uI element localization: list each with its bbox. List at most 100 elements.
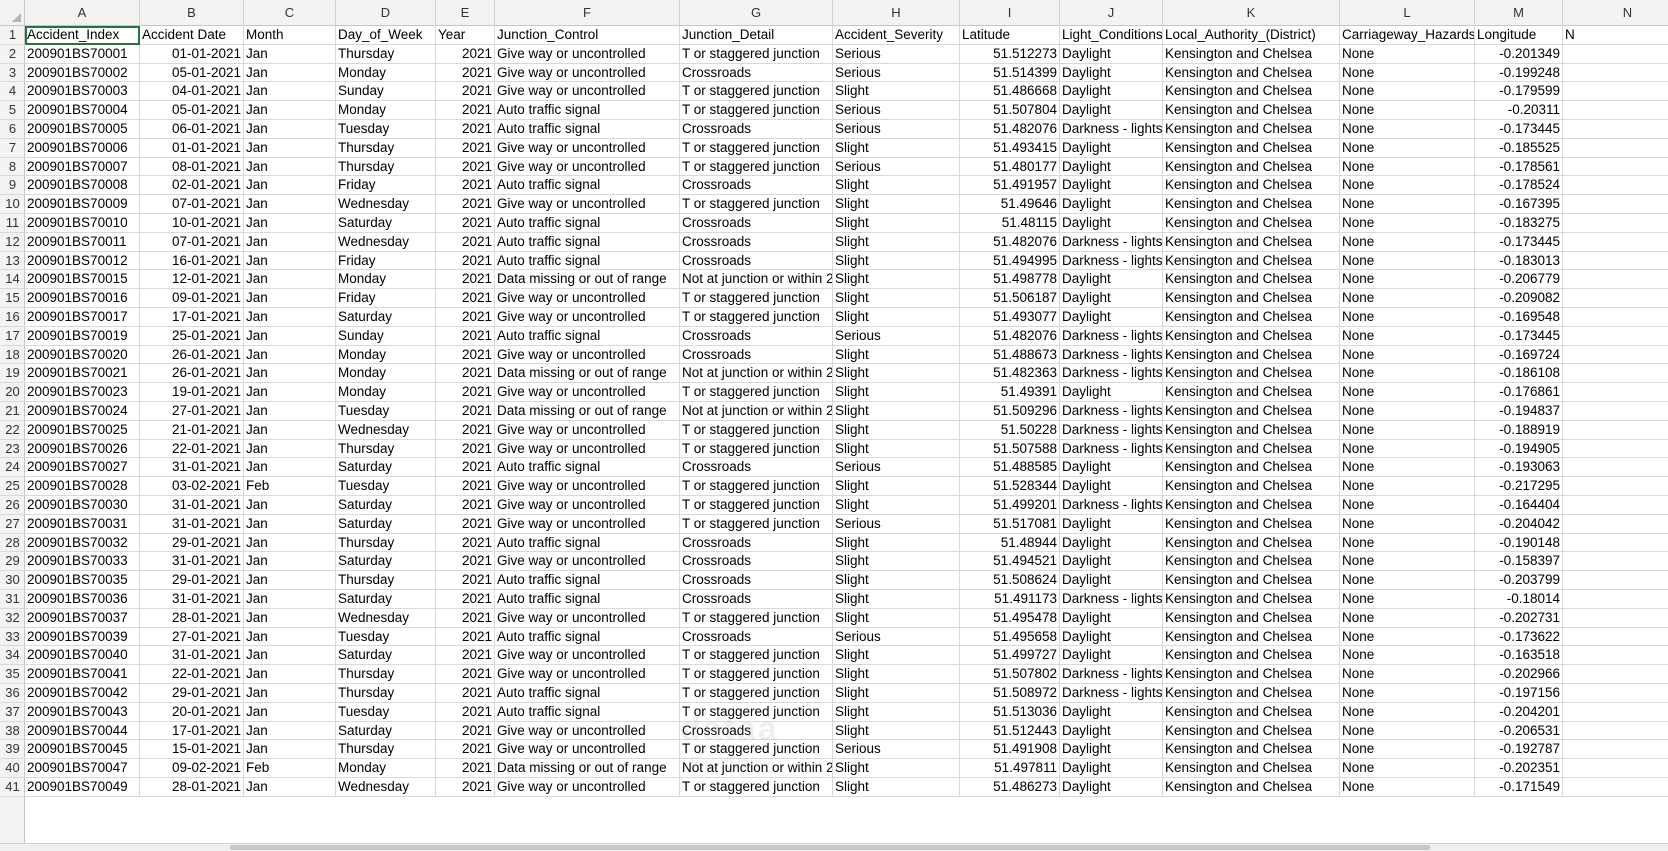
row-header-36[interactable]: 36 (0, 684, 25, 703)
cell-b32[interactable]: 28-01-2021 (140, 608, 244, 628)
cell-l34[interactable]: None (1340, 646, 1475, 666)
cell-i10[interactable]: 51.49646 (960, 195, 1060, 214)
cell-b19[interactable]: 26-01-2021 (140, 364, 244, 384)
cell-b26[interactable]: 31-01-2021 (140, 496, 244, 515)
cell-f29[interactable]: Give way or uncontrolled (495, 552, 680, 572)
cell-h34[interactable]: Slight (833, 646, 960, 666)
row-header-27[interactable]: 27 (0, 515, 25, 534)
cell-m40[interactable]: -0.202351 (1475, 759, 1563, 778)
cell-d23[interactable]: Thursday (336, 439, 436, 459)
cell-k21[interactable]: Kensington and Chelsea (1163, 402, 1340, 421)
cell-m18[interactable]: -0.169724 (1475, 345, 1563, 365)
cell-g21[interactable]: Not at junction or within 20 metres (680, 402, 833, 421)
cell-i26[interactable]: 51.499201 (960, 496, 1060, 515)
cell-a36[interactable]: 200901BS70042 (25, 684, 140, 703)
cell-a29[interactable]: 200901BS70033 (25, 552, 140, 572)
cell-g37[interactable]: T or staggered junction (680, 702, 833, 722)
cell-c27[interactable]: Jan (244, 514, 336, 534)
cell-f22[interactable]: Give way or uncontrolled (495, 420, 680, 440)
cell-a13[interactable]: 200901BS70012 (25, 251, 140, 271)
cell-c34[interactable]: Jan (244, 646, 336, 666)
cell-j6[interactable]: Darkness - lights lit (1060, 120, 1163, 139)
cell-j26[interactable]: Darkness - lights lit (1060, 496, 1163, 515)
cell-b5[interactable]: 05-01-2021 (140, 101, 244, 120)
cell-d7[interactable]: Thursday (336, 138, 436, 158)
cell-l16[interactable]: None (1340, 308, 1475, 327)
cell-a19[interactable]: 200901BS70021 (25, 364, 140, 384)
cell-j8[interactable]: Daylight (1060, 157, 1163, 177)
cell-b1[interactable]: Accident Date (140, 26, 244, 45)
cell-b24[interactable]: 31-01-2021 (140, 458, 244, 478)
cell-g27[interactable]: T or staggered junction (680, 514, 833, 534)
select-all-button[interactable] (0, 0, 25, 26)
cell-h26[interactable]: Slight (833, 496, 960, 515)
cell-j11[interactable]: Daylight (1060, 214, 1163, 233)
cell-l27[interactable]: None (1340, 514, 1475, 534)
cell-l37[interactable]: None (1340, 702, 1475, 722)
cell-j5[interactable]: Daylight (1060, 101, 1163, 120)
cell-a40[interactable]: 200901BS70047 (25, 759, 140, 778)
row-header-4[interactable]: 4 (0, 82, 25, 102)
column-header-a[interactable]: A (25, 0, 140, 26)
cell-k9[interactable]: Kensington and Chelsea (1163, 176, 1340, 196)
cell-e14[interactable]: 2021 (436, 270, 495, 290)
row-header-26[interactable]: 26 (0, 496, 25, 515)
cell-k27[interactable]: Kensington and Chelsea (1163, 514, 1340, 534)
cell-l15[interactable]: None (1340, 289, 1475, 308)
cell-j1[interactable]: Light_Conditions (1060, 26, 1163, 45)
cell-h24[interactable]: Serious (833, 458, 960, 478)
cell-l17[interactable]: None (1340, 326, 1475, 346)
cell-d6[interactable]: Tuesday (336, 120, 436, 139)
cell-m1[interactable]: Longitude (1475, 26, 1563, 45)
cell-i36[interactable]: 51.508972 (960, 684, 1060, 703)
row-header-11[interactable]: 11 (0, 214, 25, 233)
cell-e38[interactable]: 2021 (436, 721, 495, 741)
cell-g14[interactable]: Not at junction or within 20 metres (680, 270, 833, 290)
cell-l31[interactable]: None (1340, 590, 1475, 609)
cell-f14[interactable]: Data missing or out of range (495, 270, 680, 290)
row-header-24[interactable]: 24 (0, 458, 25, 478)
cell-l6[interactable]: None (1340, 120, 1475, 139)
cell-g5[interactable]: T or staggered junction (680, 101, 833, 120)
cell-i38[interactable]: 51.512443 (960, 721, 1060, 741)
cell-i31[interactable]: 51.491173 (960, 590, 1060, 609)
cell-b4[interactable]: 04-01-2021 (140, 82, 244, 102)
cell-h27[interactable]: Serious (833, 514, 960, 534)
cell-f30[interactable]: Auto traffic signal (495, 571, 680, 590)
cell-h29[interactable]: Slight (833, 552, 960, 572)
cell-m34[interactable]: -0.163518 (1475, 646, 1563, 666)
cell-m33[interactable]: -0.173622 (1475, 627, 1563, 647)
cell-c22[interactable]: Jan (244, 420, 336, 440)
cell-b12[interactable]: 07-01-2021 (140, 232, 244, 252)
cell-a11[interactable]: 200901BS70010 (25, 214, 140, 233)
cell-l32[interactable]: None (1340, 608, 1475, 628)
cell-a22[interactable]: 200901BS70025 (25, 420, 140, 440)
cell-k29[interactable]: Kensington and Chelsea (1163, 552, 1340, 572)
cell-n15[interactable] (1563, 289, 1668, 308)
cell-i35[interactable]: 51.507802 (960, 665, 1060, 684)
cell-m27[interactable]: -0.204042 (1475, 514, 1563, 534)
cell-j30[interactable]: Daylight (1060, 571, 1163, 590)
cell-d17[interactable]: Sunday (336, 326, 436, 346)
row-header-31[interactable]: 31 (0, 590, 25, 609)
column-header-e[interactable]: E (436, 0, 495, 26)
cell-l24[interactable]: None (1340, 458, 1475, 478)
cell-e18[interactable]: 2021 (436, 345, 495, 365)
row-header-29[interactable]: 29 (0, 552, 25, 572)
cell-h17[interactable]: Serious (833, 326, 960, 346)
cell-d1[interactable]: Day_of_Week (336, 26, 436, 45)
cell-d28[interactable]: Thursday (336, 533, 436, 553)
cell-e3[interactable]: 2021 (436, 63, 495, 83)
cell-h5[interactable]: Serious (833, 101, 960, 120)
cell-e17[interactable]: 2021 (436, 326, 495, 346)
cell-e11[interactable]: 2021 (436, 214, 495, 233)
cell-c12[interactable]: Jan (244, 232, 336, 252)
cell-c35[interactable]: Jan (244, 665, 336, 684)
cell-k15[interactable]: Kensington and Chelsea (1163, 289, 1340, 308)
cell-i28[interactable]: 51.48944 (960, 533, 1060, 553)
cell-n4[interactable] (1563, 82, 1668, 102)
cell-d33[interactable]: Tuesday (336, 627, 436, 647)
cell-c18[interactable]: Jan (244, 345, 336, 365)
cell-h21[interactable]: Slight (833, 402, 960, 421)
cell-d13[interactable]: Friday (336, 251, 436, 271)
